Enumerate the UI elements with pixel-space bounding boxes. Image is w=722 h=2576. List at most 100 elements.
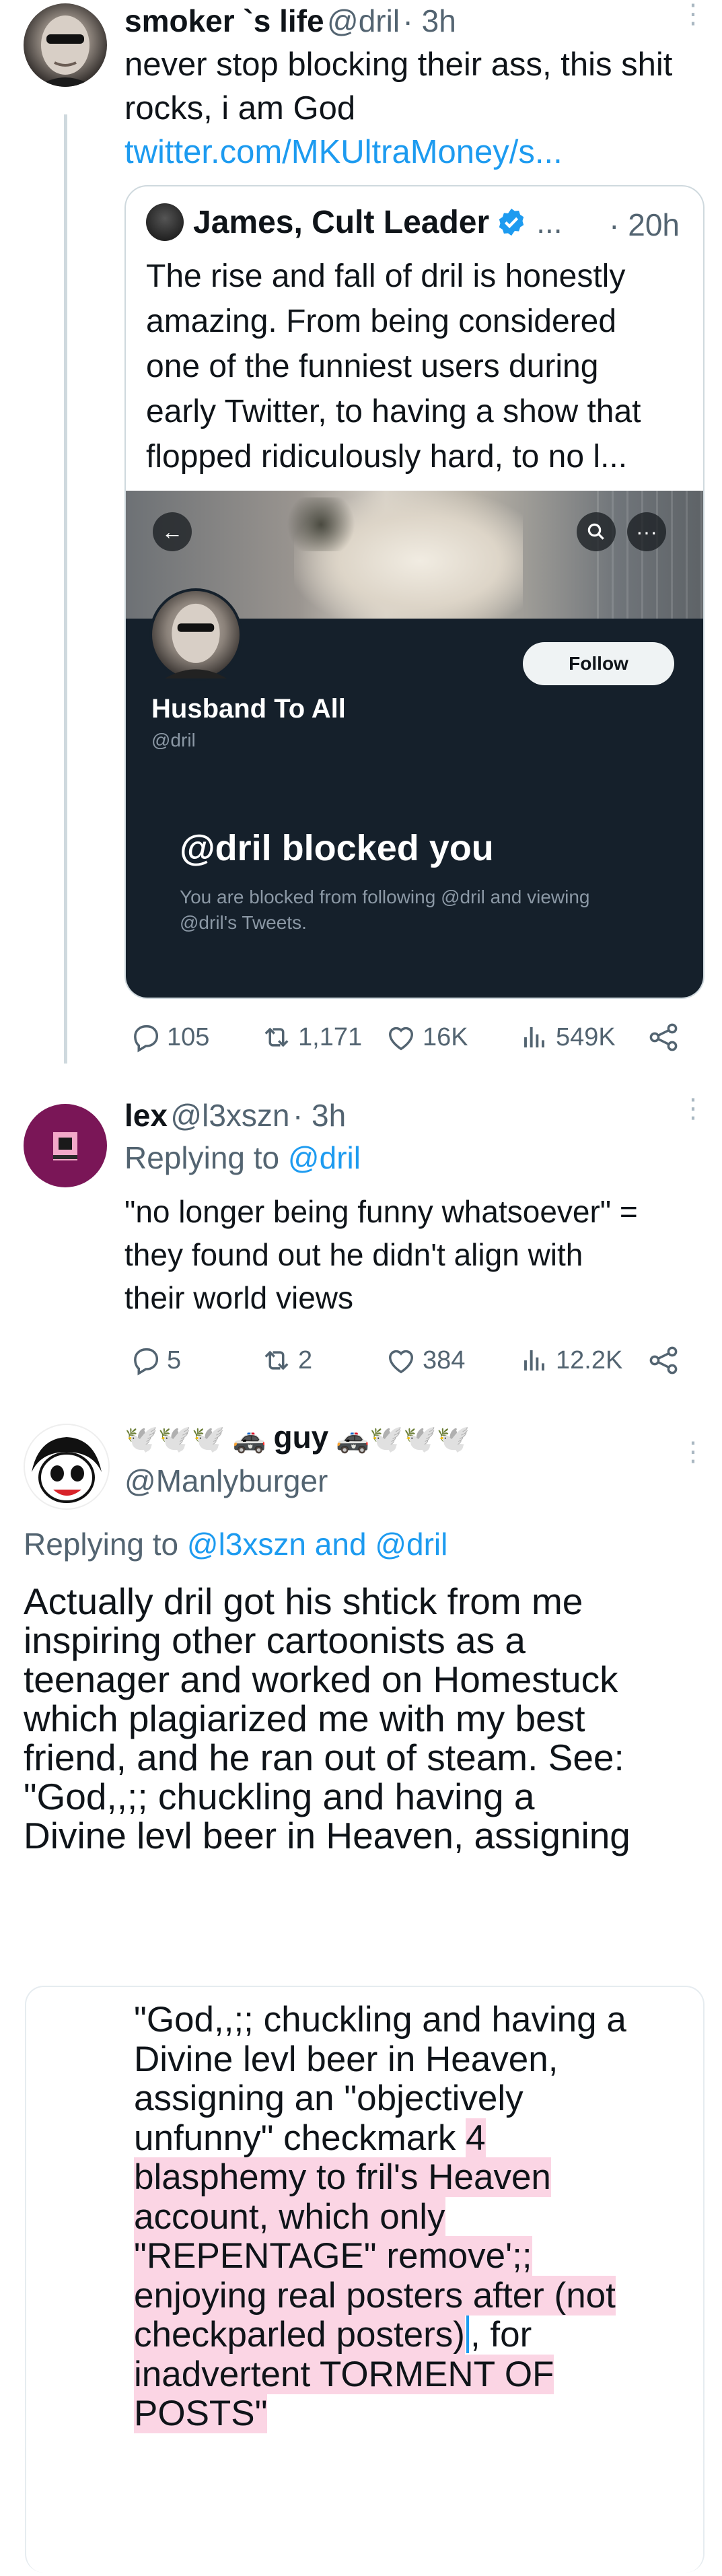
tweet-text-line: Actually dril got his shtick from me	[24, 1580, 583, 1622]
quoted-text-segment: unfunny" checkmark	[134, 2118, 466, 2158]
quoted-text-line: unfunny" checkmark 4	[134, 2118, 626, 2159]
quote-text: The rise and fall of dril is honestly am…	[146, 254, 641, 479]
replying-to-link[interactable]: @l3xszn and @dril	[187, 1527, 447, 1562]
highlighted-text: blasphemy to fril's Heaven	[134, 2157, 551, 2197]
user-handle[interactable]: @l3xszn	[170, 1098, 289, 1133]
replying-to-link[interactable]: @dril	[288, 1140, 361, 1175]
tweet-text: never stop blocking their ass, this shit…	[124, 43, 672, 174]
quote-text-line: early Twitter, to having a show that	[146, 394, 641, 429]
reply-count: 5	[167, 1346, 182, 1374]
tweet-text-line: "God,,;; chuckling and having a	[24, 1776, 535, 1817]
user-handle[interactable]: @Manlyburger	[124, 1463, 328, 1499]
share-button[interactable]	[646, 1020, 685, 1055]
timestamp[interactable]: · 3h	[293, 1098, 346, 1133]
tweet-text-line: friend, and he ran out of steam. See:	[24, 1737, 624, 1778]
tweet-text-line: their world views	[124, 1280, 353, 1315]
retweet-icon	[264, 1027, 289, 1047]
back-arrow-icon[interactable]: ←	[153, 512, 192, 551]
tweet-text-line: which plagiarized me with my best	[24, 1698, 585, 1739]
reply-button[interactable]: 5	[128, 1343, 181, 1378]
profile-avatar	[149, 588, 242, 681]
like-count: 16K	[423, 1022, 468, 1051]
tweet-header: 🕊️🕊️🕊️ 🚓 guy 🚓🕊️🕊️🕊️	[124, 1419, 470, 1455]
highlighted-text: enjoying real posters after (not	[134, 2275, 616, 2316]
quoted-text-line: enjoying real posters after (not	[134, 2275, 626, 2316]
replying-to: Replying to @l3xszn and @dril	[24, 1526, 447, 1562]
tweet-link[interactable]: twitter.com/MKUltraMoney/s...	[124, 131, 672, 174]
reply-icon	[134, 1348, 159, 1376]
timestamp[interactable]: · 3h	[403, 3, 456, 38]
quoted-text-line: account, which only	[134, 2196, 626, 2237]
tweet-header: smoker `s life @dril · 3h	[124, 3, 456, 39]
follow-button[interactable]: Follow	[523, 642, 674, 685]
user-handle[interactable]: @dril	[327, 3, 400, 38]
avatar[interactable]	[24, 3, 107, 87]
tweet-header: lex @l3xszn · 3h	[124, 1097, 346, 1134]
quote-text-line: flopped ridiculously hard, to no l...	[146, 439, 628, 475]
like-button[interactable]: 384	[384, 1343, 465, 1378]
highlighted-text: POSTS"	[134, 2394, 268, 2433]
like-count: 384	[423, 1346, 466, 1374]
highlighted-text: checkparled posters)	[134, 2315, 465, 2355]
profile-name: Husband To All	[151, 694, 346, 724]
quote-text-line: The rise and fall of dril is honestly	[146, 258, 626, 294]
display-name[interactable]: lex	[124, 1098, 168, 1133]
blocked-title: @dril blocked you	[180, 828, 494, 868]
tweet-text-line: Divine levl beer in Heaven, assigning	[24, 1815, 630, 1856]
quoted-text-line: POSTS"	[134, 2394, 626, 2434]
embedded-profile-image[interactable]: ← ··· Follow Husband To All @dril @dril …	[126, 491, 703, 998]
retweet-count: 1,171	[298, 1022, 363, 1051]
quote-display-name: James, Cult Leader	[193, 204, 490, 240]
avatar-cartoon-icon	[32, 1437, 102, 1503]
views-button[interactable]: 549K	[517, 1020, 616, 1055]
more-options-icon[interactable]: ⋮	[680, 1438, 707, 1465]
quoted-text-line: checkparled posters), for	[134, 2315, 626, 2355]
quoted-text-line: "REPENTAGE" remove';;	[134, 2236, 626, 2276]
highlighted-text: 4	[466, 2118, 486, 2158]
tweet-text-line: never stop blocking their ass, this shit	[124, 46, 673, 83]
quoted-text-segment: , for	[470, 2315, 532, 2355]
more-icon[interactable]: ···	[627, 512, 666, 551]
views-icon	[524, 1026, 544, 1048]
tweet-text: "no longer being funny whatsoever" = the…	[124, 1190, 638, 1319]
thread-line	[64, 114, 67, 1064]
reply-button[interactable]: 105	[128, 1020, 209, 1055]
avatar[interactable]	[24, 1424, 110, 1510]
replying-to-label: Replying to	[124, 1140, 280, 1175]
blocked-description-line: You are blocked from following @dril and…	[180, 886, 590, 907]
share-icon	[649, 1023, 678, 1051]
reply-count: 105	[167, 1022, 210, 1051]
share-button[interactable]	[646, 1343, 685, 1378]
retweet-count: 2	[298, 1346, 313, 1374]
views-icon	[524, 1350, 544, 1371]
display-name-emoji: 🕊️🕊️🕊️ 🚓	[124, 1424, 266, 1454]
quote-timestamp: · 20h	[609, 207, 680, 242]
display-name[interactable]: smoker `s life	[124, 3, 324, 38]
retweet-button[interactable]: 1,171	[259, 1020, 362, 1055]
more-options-icon[interactable]: ⋮	[680, 1, 707, 28]
like-icon	[389, 1350, 413, 1374]
quote-text-line: one of the funniest users during	[146, 349, 599, 384]
avatar[interactable]	[24, 1104, 107, 1187]
quote-text-line: amazing. From being considered	[146, 304, 617, 339]
text-cursor[interactable]	[466, 2316, 469, 2353]
display-name[interactable]: guy	[273, 1420, 328, 1455]
share-icon	[649, 1346, 678, 1374]
quote-ellipsis: ...	[536, 205, 563, 240]
views-count: 549K	[556, 1022, 616, 1051]
search-icon[interactable]	[577, 512, 616, 551]
views-button[interactable]: 12.2K	[517, 1343, 622, 1378]
replying-to: Replying to @dril	[124, 1140, 361, 1176]
like-button[interactable]: 16K	[384, 1020, 468, 1055]
quote-avatar	[146, 203, 184, 241]
more-options-icon[interactable]: ⋮	[680, 1095, 707, 1122]
quote-tweet-card[interactable]: James, Cult Leader ... · 20h The rise an…	[124, 185, 705, 999]
blocked-description: You are blocked from following @dril and…	[180, 884, 590, 936]
highlighted-text: account, which only	[134, 2196, 445, 2237]
tweet-text-line: inspiring other cartoonists as a	[24, 1620, 526, 1661]
retweet-button[interactable]: 2	[259, 1343, 312, 1378]
quoted-text: "God,,;; chuckling and having a Divine l…	[134, 2000, 626, 2434]
quoted-text-line: inadvertent TORMENT OF	[134, 2354, 626, 2395]
highlighted-text: "REPENTAGE" remove';;	[134, 2236, 532, 2276]
quoted-text-line: "God,,;; chuckling and having a	[134, 2000, 626, 2040]
